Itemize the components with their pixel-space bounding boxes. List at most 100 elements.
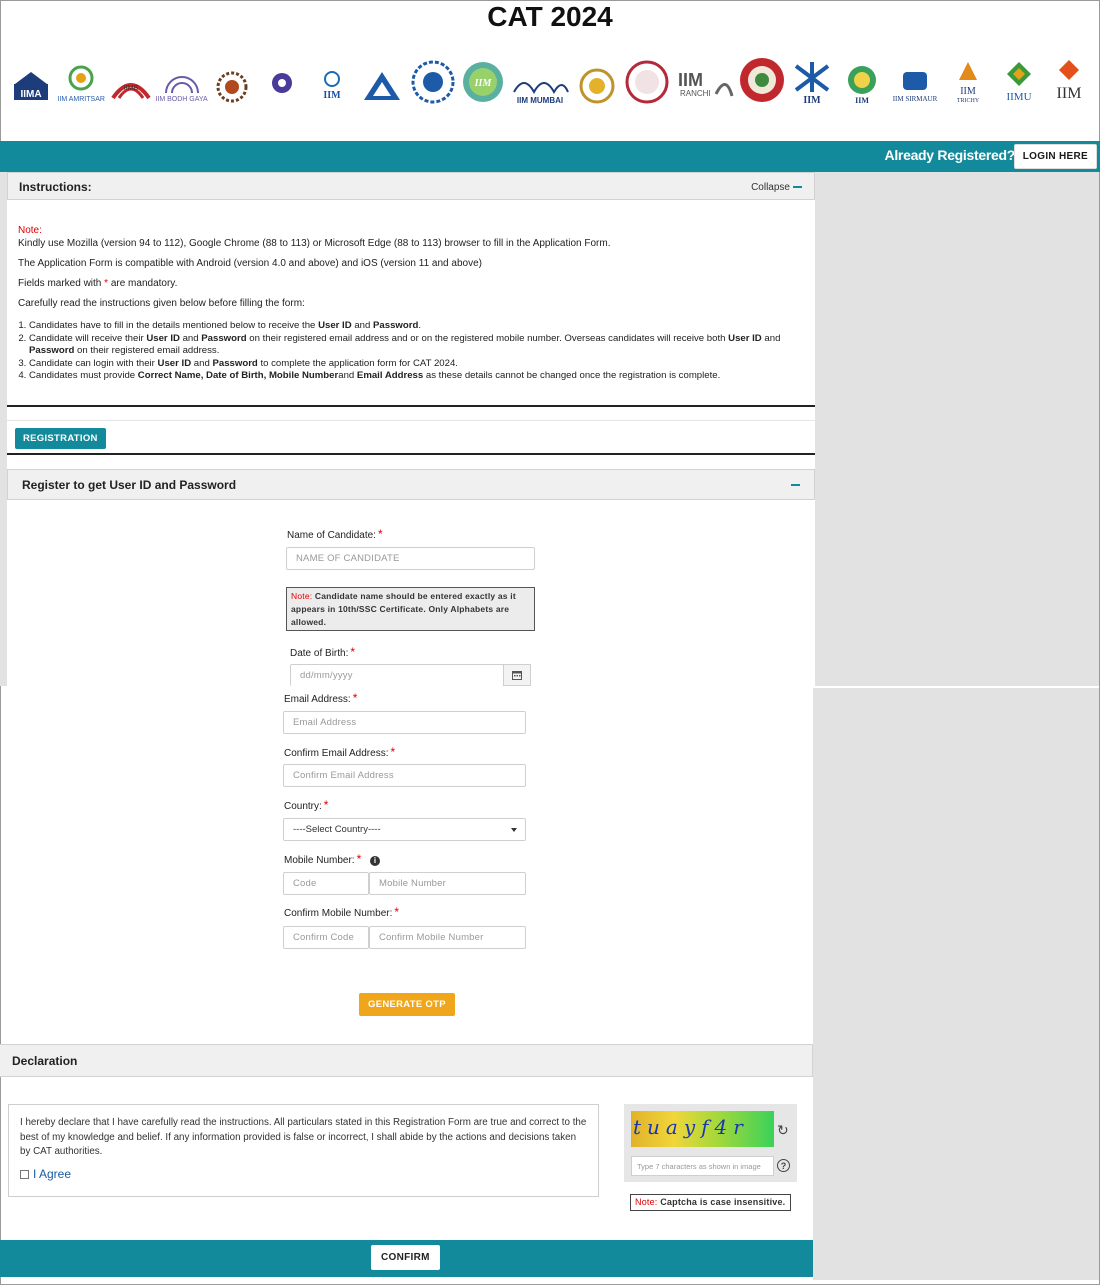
list-item: Candidate can login with their User ID a… <box>29 358 797 371</box>
refresh-icon[interactable]: ↻ <box>777 1122 789 1139</box>
mandatory-suffix: are mandatory. <box>110 278 178 289</box>
read-line: Carefully read the instructions given be… <box>18 298 305 309</box>
iim-shillong-logo: IIM <box>839 64 885 104</box>
already-registered-text: Already Registered? <box>884 147 1016 163</box>
instructions-body: Note: Kindly use Mozilla (version 94 to … <box>7 200 815 407</box>
declaration-text: I hereby declare that I have carefully r… <box>20 1117 587 1157</box>
iim-kashipur-logo <box>359 70 405 104</box>
note-label: Note: <box>18 225 42 236</box>
iim-rohtak-logo <box>739 56 785 104</box>
captcha-panel: tuayf4r ↻ Type 7 characters as shown in … <box>624 1104 797 1182</box>
agree-checkbox[interactable] <box>20 1169 29 1179</box>
instructions-title: Instructions: <box>19 180 92 194</box>
generate-otp-button[interactable]: GENERATE OTP <box>359 993 455 1016</box>
calendar-icon[interactable] <box>503 664 531 686</box>
iim-sambalpur-logo: IIM <box>789 60 835 104</box>
dob-input[interactable]: dd/mm/yyyy <box>290 664 504 686</box>
name-note-text: Candidate name should be entered exactly… <box>291 591 516 627</box>
svg-text:IIM: IIM <box>678 70 703 90</box>
declaration-header: Declaration <box>0 1044 813 1077</box>
captcha-note-label: Note: <box>635 1197 658 1207</box>
country-label: Country: * <box>284 798 329 812</box>
captcha-input[interactable]: Type 7 characters as shown in image <box>631 1156 774 1176</box>
confirm-email-input[interactable]: Confirm Email Address <box>283 764 526 787</box>
required-star: * <box>104 278 109 289</box>
country-selected-value: ----Select Country---- <box>293 824 381 835</box>
help-icon[interactable]: ? <box>777 1159 790 1172</box>
iim-raipur-logo <box>624 60 670 104</box>
svg-text:IIM: IIM <box>324 90 342 101</box>
collapse-toggle[interactable]: Collapse <box>751 182 802 193</box>
top-bar: Already Registered? LOGIN HERE <box>0 141 1100 172</box>
iim-lucknow-logo: IIM <box>460 60 506 104</box>
captcha-image: tuayf4r <box>631 1111 774 1147</box>
name-label: Name of Candidate: * <box>287 527 383 541</box>
register-section-header[interactable]: Register to get User ID and Password <box>7 469 815 500</box>
right-sidebar-lower <box>813 688 1099 1280</box>
captcha-text: tuayf4r <box>633 1115 749 1139</box>
login-button[interactable]: LOGIN HERE <box>1013 144 1097 169</box>
svg-text:IIM SIRMAUR: IIM SIRMAUR <box>893 95 938 103</box>
mandatory-line: Fields marked with * are mandatory. <box>18 278 177 289</box>
country-select[interactable]: ----Select Country---- <box>283 818 526 841</box>
list-item: Candidate will receive their User ID and… <box>29 333 797 358</box>
info-icon[interactable]: i <box>370 856 380 866</box>
iim-visakhapatnam-logo: IIM <box>1046 58 1092 104</box>
svg-text:IIM MUMBAI: IIM MUMBAI <box>517 96 563 104</box>
iim-calcutta-logo <box>209 70 255 104</box>
instructions-list: Candidates have to fill in the details m… <box>7 320 797 383</box>
register-section-title: Register to get User ID and Password <box>22 478 237 492</box>
mobile-label: Mobile Number: * <box>284 852 362 866</box>
svg-text:IIM: IIM <box>803 95 821 104</box>
compat-line: The Application Form is compatible with … <box>18 258 482 269</box>
chevron-down-icon <box>511 828 517 832</box>
iimu-logo: IIMU <box>996 60 1042 104</box>
confirm-email-label: Confirm Email Address: * <box>284 745 396 759</box>
mandatory-prefix: Fields marked with <box>18 278 102 289</box>
agree-label[interactable]: I Agree <box>33 1167 71 1181</box>
confirm-mobile-label: Confirm Mobile Number: * <box>284 905 400 919</box>
svg-text:IIMA: IIMA <box>20 89 41 100</box>
svg-text:IIM: IIM <box>1056 85 1081 102</box>
instructions-header[interactable]: Instructions: Collapse <box>7 172 815 200</box>
declaration-box: I hereby declare that I have carefully r… <box>8 1104 599 1197</box>
minus-icon[interactable] <box>791 484 800 486</box>
dob-label: Date of Birth: * <box>290 645 356 659</box>
institute-logos: IIMA IIM AMRITSAR IIMB IIM BODH GAYA IIM… <box>8 46 1092 104</box>
iim-bodh-gaya-logo: IIM BODH GAYA <box>155 67 208 104</box>
svg-text:TRICHY: TRICHY <box>957 98 980 104</box>
svg-text:IIMB: IIMB <box>124 85 139 92</box>
minus-icon <box>793 186 802 189</box>
captcha-note-text: Captcha is case insensitive. <box>660 1197 786 1207</box>
declaration-title: Declaration <box>12 1054 78 1068</box>
email-input[interactable]: Email Address <box>283 711 526 734</box>
browser-line: Kindly use Mozilla (version 94 to 112), … <box>18 238 611 249</box>
registration-tab-bar: REGISTRATION <box>7 420 815 455</box>
iim-ranchi-logo: IIM RANCHI <box>674 64 734 104</box>
confirm-button[interactable]: CONFIRM <box>371 1245 440 1270</box>
name-input[interactable]: NAME OF CANDIDATE <box>286 547 535 570</box>
iimb-logo: IIMB <box>108 70 154 104</box>
svg-text:IIM: IIM <box>473 78 492 89</box>
country-code-input[interactable]: Code <box>283 872 369 895</box>
mobile-number-input[interactable]: Mobile Number <box>369 872 526 895</box>
confirm-mobile-input[interactable]: Confirm Mobile Number <box>369 926 526 949</box>
list-item: Candidates must provide Correct Name, Da… <box>29 370 797 383</box>
right-sidebar <box>815 172 1099 686</box>
name-note-label: Note: <box>291 591 313 601</box>
agree-checkbox-row[interactable]: I Agree <box>20 1167 71 1181</box>
svg-text:IIMU: IIMU <box>1006 91 1031 103</box>
collapse-label: Collapse <box>751 182 790 193</box>
iim-kozhikode-logo <box>410 60 456 104</box>
captcha-note: Note: Captcha is case insensitive. <box>630 1194 791 1211</box>
registration-tab[interactable]: REGISTRATION <box>15 428 106 449</box>
iim-indore-logo <box>259 70 305 104</box>
iim-jammu-logo: IIM <box>309 70 355 104</box>
iima-logo: IIMA <box>8 70 54 104</box>
confirm-code-input[interactable]: Confirm Code <box>283 926 369 949</box>
bottom-bar: CONFIRM <box>0 1240 813 1277</box>
iim-mumbai-logo: IIM MUMBAI <box>510 70 570 104</box>
left-gutter <box>0 172 7 686</box>
svg-text:IIM: IIM <box>961 86 977 97</box>
iim-sirmaur-logo: IIM SIRMAUR <box>889 68 941 104</box>
